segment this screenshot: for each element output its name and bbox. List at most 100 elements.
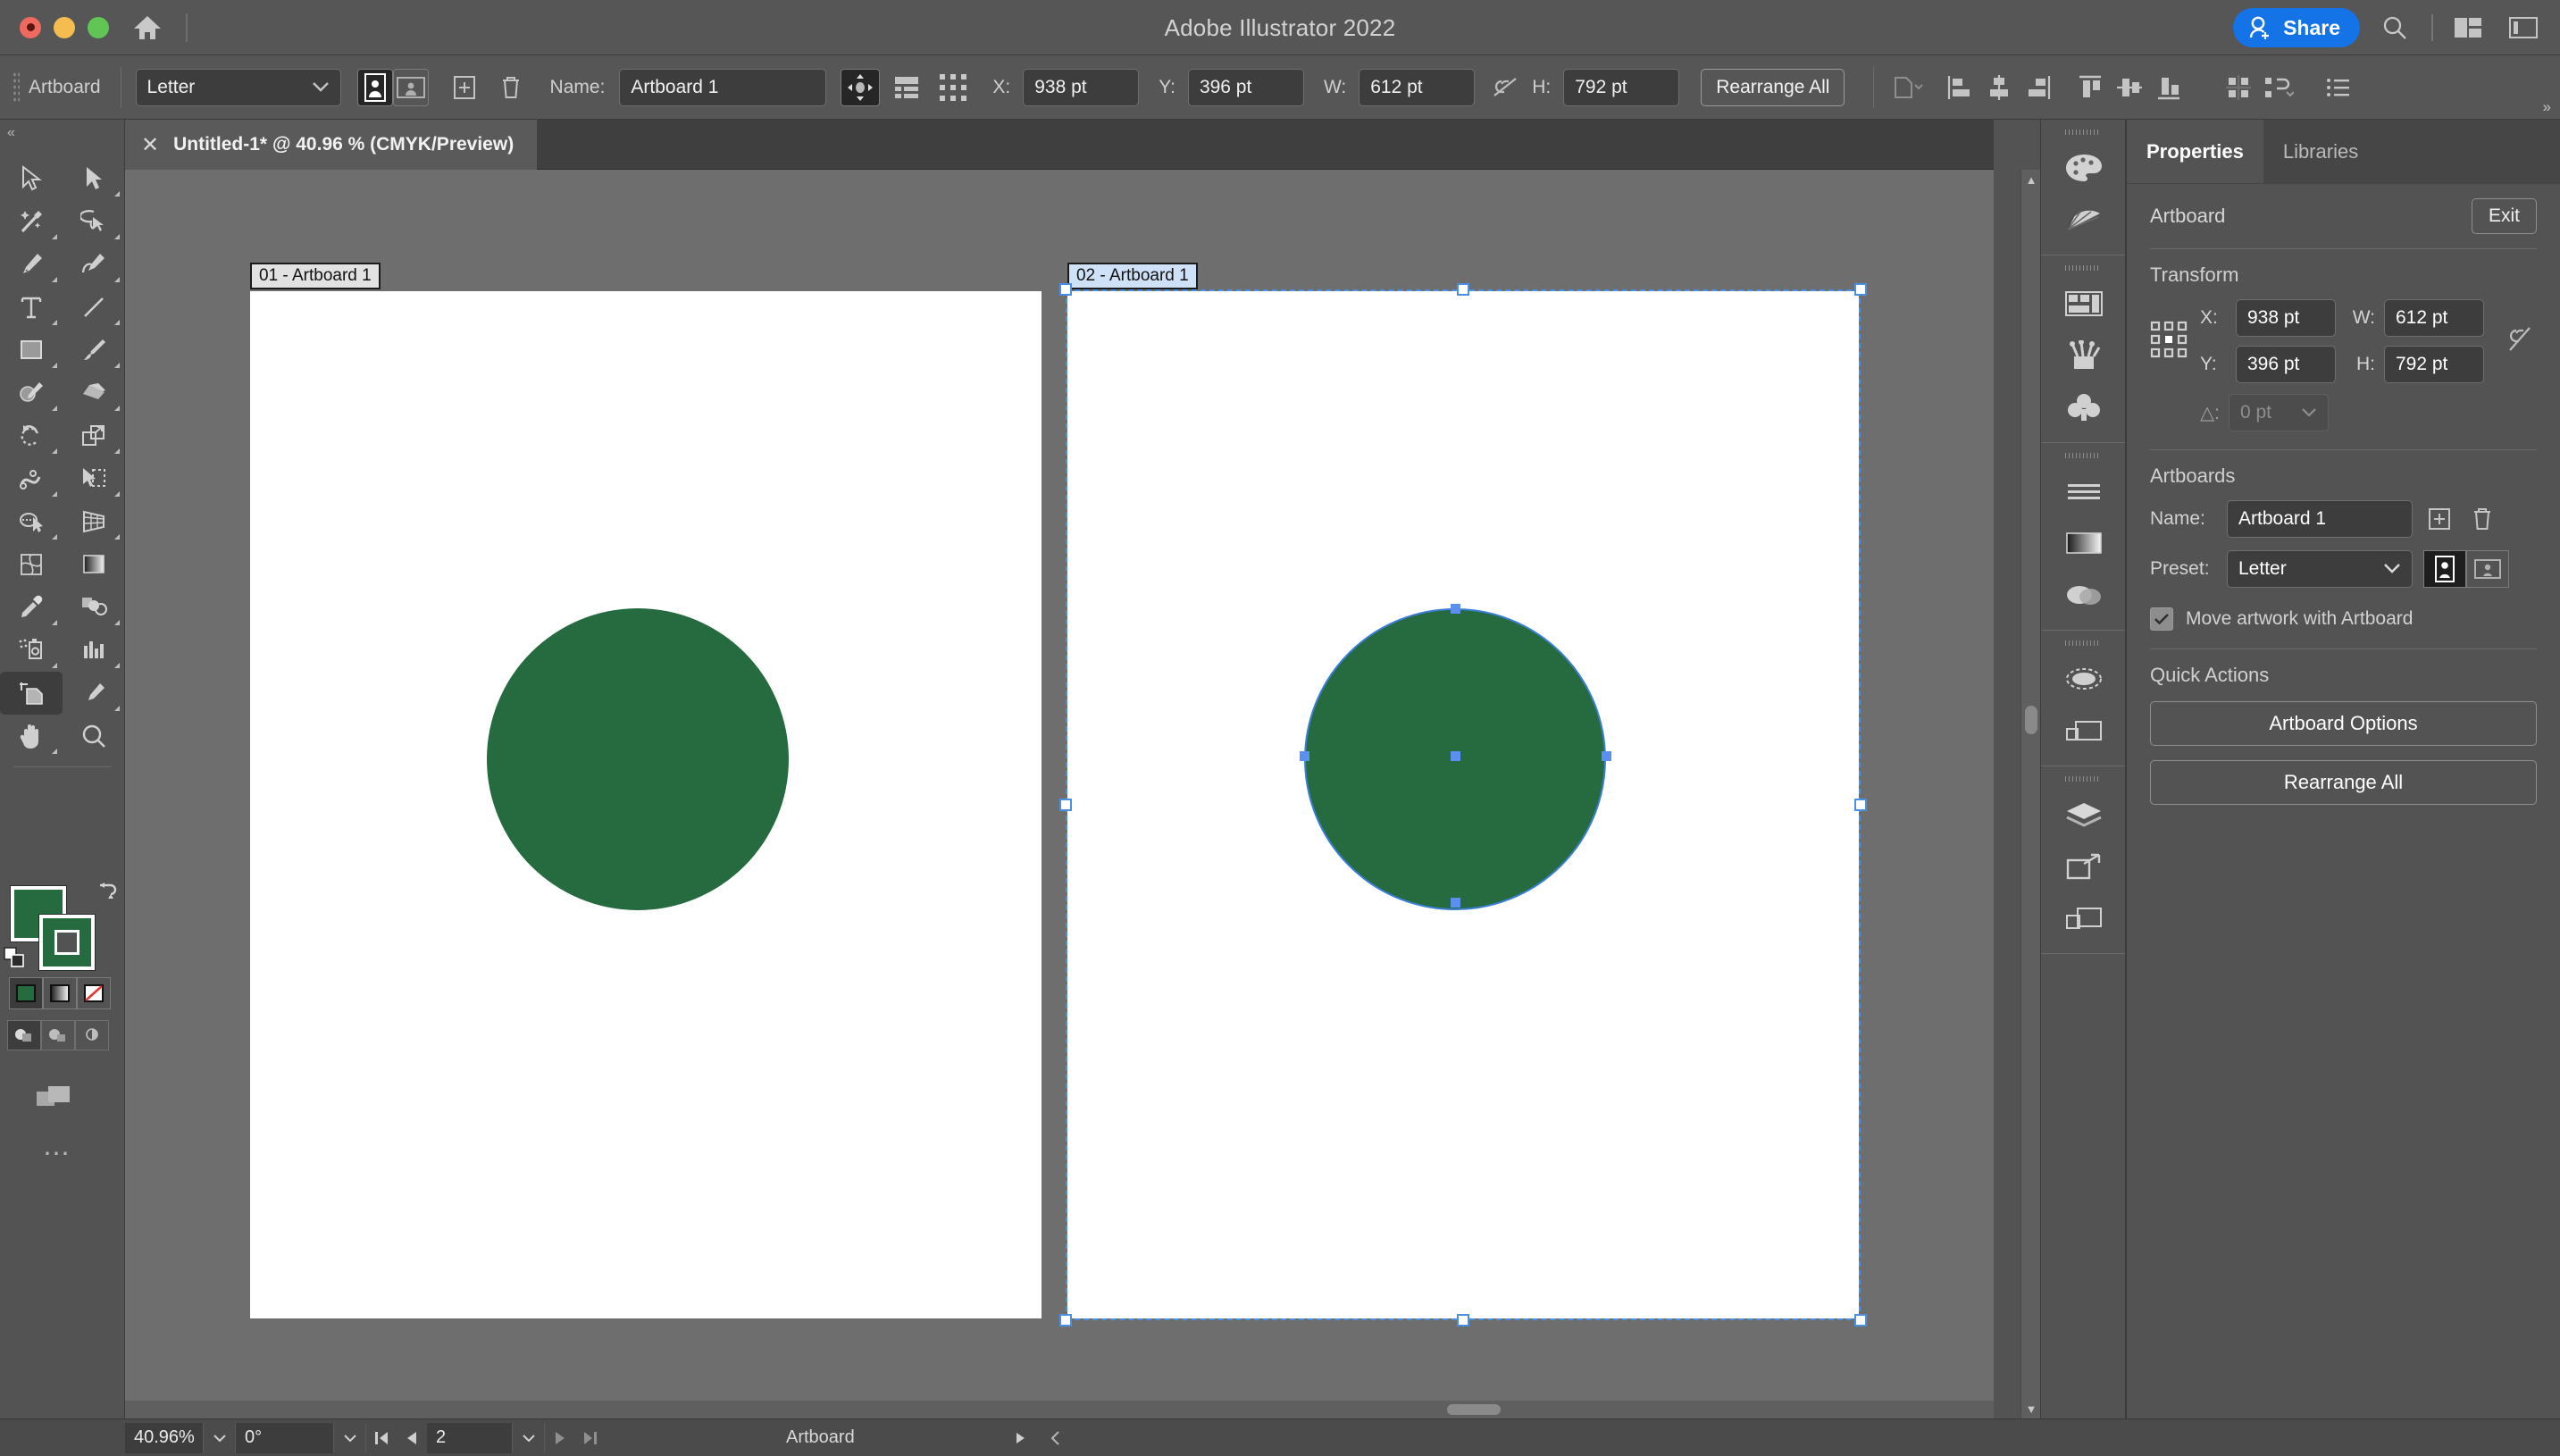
selection-tool[interactable] [0,157,63,200]
direct-selection-tool[interactable] [63,157,125,200]
swap-fill-stroke-icon[interactable] [95,883,120,908]
none-mode[interactable] [77,977,111,1009]
align-horizontal-center-icon[interactable] [1979,68,2019,107]
symbol-sprayer-tool[interactable] [0,629,63,672]
more-options-icon[interactable] [2319,68,2358,107]
artboard-number-chevron-down-icon[interactable] [513,1422,545,1453]
eraser-tool[interactable] [63,372,125,414]
dock-group-grip[interactable] [2065,265,2101,271]
width-tool[interactable] [0,457,63,500]
artboard-number-input[interactable]: 2 [427,1422,513,1453]
symbols-panel-icon[interactable] [2041,381,2127,433]
path-point-left[interactable] [1300,751,1309,761]
rotate-tool[interactable] [0,414,63,457]
rearrange-all-button[interactable]: Rearrange All [1701,68,1845,106]
align-right-icon[interactable] [2019,68,2058,107]
collapse-panels-icon[interactable]: » [2543,98,2551,116]
hand-tool[interactable] [0,715,63,757]
rotation-chevron-down-icon[interactable] [334,1422,366,1453]
zoom-level-chevron-down-icon[interactable] [204,1422,236,1453]
artboard-options-icon[interactable] [887,68,926,107]
align-vertical-center-icon[interactable] [2110,68,2149,107]
perspective-grid-tool[interactable] [63,500,125,543]
swatches-panel-icon[interactable] [2041,278,2127,330]
line-segment-tool[interactable] [63,286,125,329]
path-center-point[interactable] [1451,751,1460,761]
dock-group-grip[interactable] [2065,640,2101,646]
stroke-color-swatch[interactable] [38,914,96,971]
scroll-up-icon[interactable]: ▲ [2021,170,2041,189]
brushes-panel-icon[interactable] [2041,330,2127,381]
transform-w-input[interactable]: 612 pt [2384,299,2484,337]
change-screen-mode-icon[interactable] [36,1083,77,1117]
document-tab[interactable]: ✕ Untitled-1* @ 40.96 % (CMYK/Preview) [125,120,538,170]
selection-handle-tr[interactable] [1854,283,1867,296]
selection-handle-mr[interactable] [1854,799,1867,811]
curvature-tool[interactable] [63,243,125,286]
move-artwork-checkbox[interactable] [2150,607,2173,631]
default-fill-stroke-icon[interactable] [4,947,27,975]
artboards-preset-select[interactable]: Letter [2227,550,2413,588]
draw-inside[interactable] [75,1020,109,1050]
selection-handle-br[interactable] [1854,1314,1867,1326]
transform-h-input[interactable]: 792 pt [2384,346,2484,383]
selection-handle-bc[interactable] [1457,1314,1469,1326]
stroke-panel-icon[interactable] [2041,465,2127,517]
status-menu-icon[interactable] [1005,1423,1035,1453]
graphic-styles-panel-icon[interactable] [2041,705,2127,757]
tab-properties[interactable]: Properties [2127,120,2263,183]
draw-behind[interactable] [41,1020,75,1050]
blend-tool[interactable] [63,586,125,629]
workspace-switcher-icon[interactable] [2503,7,2544,48]
type-tool[interactable] [0,286,63,329]
align-left-icon[interactable] [1940,68,1979,107]
selection-handle-ml[interactable] [1059,799,1072,811]
reference-point-grid-icon[interactable] [2150,321,2188,363]
arrange-documents-icon[interactable] [2447,7,2489,48]
scale-tool[interactable] [63,414,125,457]
unlinked-proportions-icon[interactable] [2505,323,2537,360]
rectangle-tool[interactable] [0,329,63,372]
ellipse-shape-01[interactable] [487,608,789,910]
color-panel-icon[interactable] [2041,142,2127,194]
new-artboard-icon[interactable] [445,68,484,107]
previous-artboard-icon[interactable] [397,1423,427,1453]
selection-handle-tc[interactable] [1457,283,1469,296]
export-panel-icon[interactable] [2041,841,2127,892]
selection-handle-bl[interactable] [1059,1314,1072,1326]
align-top-icon[interactable] [2071,68,2110,107]
zoom-window-button[interactable] [88,16,109,38]
close-icon[interactable]: ✕ [141,132,159,158]
zoom-level-input[interactable]: 40.96% [125,1422,204,1453]
artboard-name-input[interactable]: Artboard 1 [619,68,827,106]
artboard-w-input[interactable]: 612 pt [1359,68,1476,106]
horizontal-scroll-thumb[interactable] [1447,1404,1501,1415]
control-bar-grip[interactable] [13,71,20,104]
exit-button[interactable]: Exit [2471,198,2537,234]
distribute-icon[interactable] [2219,68,2258,107]
artboards-name-input[interactable]: Artboard 1 [2227,500,2413,538]
landscape-icon[interactable] [392,68,429,106]
status-collapse-icon[interactable] [1041,1423,1071,1453]
close-window-button[interactable] [20,16,41,38]
gradient-panel-icon[interactable] [2041,517,2127,569]
move-artboard-with-artwork-icon[interactable] [841,68,881,106]
mesh-tool[interactable] [0,543,63,586]
draw-normal[interactable] [7,1020,41,1050]
appearance-panel-icon[interactable] [2041,653,2127,705]
free-transform-tool[interactable] [63,457,125,500]
dock-group-grip[interactable] [2065,130,2101,135]
canvas[interactable]: 01 - Artboard 1 02 - Artboard 1 [125,170,1994,1418]
portrait-icon[interactable] [356,68,393,106]
distribute-spacing-icon[interactable] [2258,68,2297,107]
selection-handle-tl[interactable] [1059,283,1072,296]
slice-tool[interactable] [63,672,125,715]
minimize-window-button[interactable] [54,16,75,38]
paintbrush-tool[interactable] [63,329,125,372]
artboards-panel-icon[interactable] [2041,892,2127,944]
artboard-x-input[interactable]: 938 pt [1023,68,1140,106]
artboard-y-input[interactable]: 396 pt [1187,68,1304,106]
share-button[interactable]: Share [2233,8,2360,47]
first-artboard-icon[interactable] [366,1423,397,1453]
canvas-vertical-scrollbar[interactable]: ▲ ▼ [2020,170,2040,1418]
